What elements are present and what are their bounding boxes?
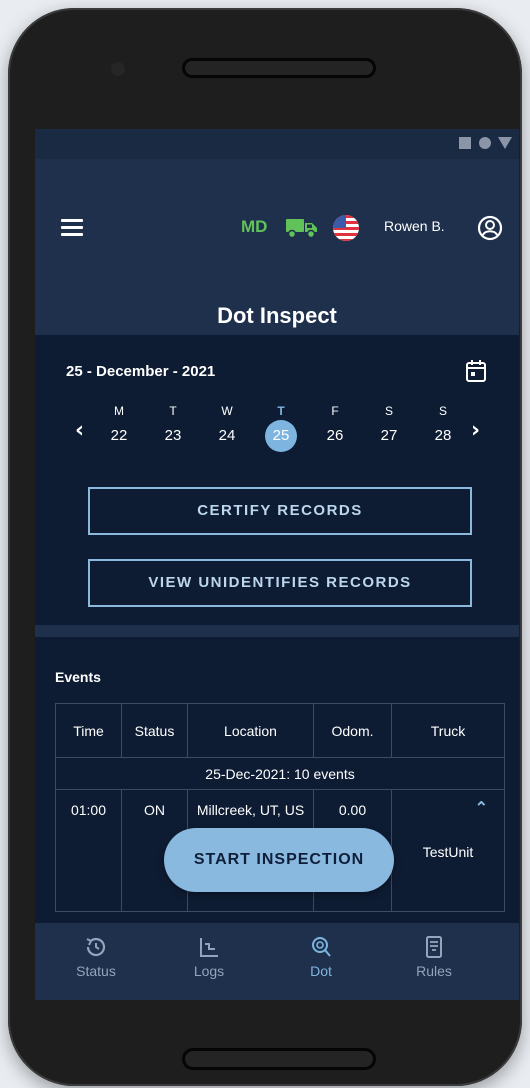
events-summary-row: 25-Dec-2021: 10 events (55, 757, 505, 790)
collapse-chevron-up-icon[interactable]: ⌃ (392, 798, 504, 818)
history-icon (86, 937, 106, 957)
next-week-chevron-icon[interactable]: › (471, 418, 480, 443)
home-icon (479, 137, 491, 149)
day-item[interactable]: W 24 (207, 401, 247, 451)
front-camera (111, 62, 125, 76)
phone-frame: MD Rowen B. Dot Inspect 25 - December - … (8, 8, 522, 1086)
dot-search-icon (312, 937, 331, 957)
current-date: 25 - December - 2021 (66, 363, 216, 380)
bottom-speaker (182, 1048, 376, 1070)
rules-doc-icon (426, 936, 442, 958)
logs-chart-icon (200, 938, 218, 957)
system-status-bar (35, 129, 519, 159)
nav-label: Dot (310, 963, 332, 979)
nav-label: Status (76, 963, 116, 979)
day-letter: S (384, 404, 393, 418)
earpiece-speaker (182, 58, 376, 78)
day-letter: W (221, 404, 233, 418)
day-letter: T (169, 404, 177, 418)
view-unidentified-records-button[interactable]: VIEW UNIDENTIFIES RECORDS (88, 559, 472, 607)
start-inspection-button[interactable]: START INSPECTION (164, 828, 394, 892)
cell-truck: ⌃ TestUnit (391, 789, 505, 912)
nav-item-logs[interactable]: Logs (164, 935, 254, 979)
day-item[interactable]: T 23 (153, 401, 193, 451)
page-title: Dot Inspect (217, 303, 337, 328)
day-letter: F (331, 404, 339, 418)
day-letter: M (114, 404, 124, 418)
day-letter: S (438, 404, 447, 418)
day-item[interactable]: S 28 (423, 401, 463, 451)
column-header-location: Location (187, 703, 314, 758)
day-number: 24 (218, 427, 236, 444)
day-item[interactable]: F 26 (315, 401, 355, 451)
day-item[interactable]: S 27 (369, 401, 409, 451)
column-header-time: Time (55, 703, 122, 758)
day-item[interactable]: M 22 (99, 401, 139, 451)
bottom-navigation: Status Logs Dot Rules (35, 923, 519, 1000)
events-section: Events Time Status Location Odom. Truck … (35, 637, 519, 970)
day-number: 28 (434, 427, 452, 444)
day-item-selected[interactable]: T 25 (261, 401, 301, 452)
user-account-icon[interactable] (477, 215, 503, 241)
day-letter: T (277, 404, 285, 418)
certify-records-button[interactable]: CERTIFY RECORDS (88, 487, 472, 535)
menu-icon[interactable] (61, 219, 83, 236)
user-name[interactable]: Rowen B. (384, 218, 445, 234)
nav-item-dot[interactable]: Dot (276, 935, 366, 979)
day-number: 26 (326, 427, 344, 444)
day-number: 25 (265, 420, 297, 452)
nav-label: Logs (193, 963, 225, 979)
section-divider (35, 625, 519, 637)
us-flag-icon (333, 215, 359, 241)
calendar-icon[interactable] (465, 359, 487, 383)
day-number: 23 (164, 427, 182, 444)
recent-apps-icon (459, 137, 471, 149)
events-title: Events (55, 669, 101, 685)
column-header-status: Status (121, 703, 188, 758)
nav-label: Rules (416, 963, 452, 979)
date-selector: 25 - December - 2021 ‹ › M 22 T 23 W 24 … (35, 335, 519, 625)
column-header-truck: Truck (391, 703, 505, 758)
nav-item-rules[interactable]: Rules (389, 935, 479, 979)
signal-icon (498, 137, 512, 149)
truck-name: TestUnit (422, 844, 474, 860)
nav-item-status[interactable]: Status (51, 935, 141, 979)
day-number: 27 (380, 427, 398, 444)
truck-icon (286, 219, 317, 239)
cell-time: 01:00 (55, 789, 122, 912)
region-code: MD (241, 217, 268, 236)
prev-week-chevron-icon[interactable]: ‹ (75, 418, 84, 443)
events-summary: 25-Dec-2021: 10 events (55, 757, 505, 790)
week-days: M 22 T 23 W 24 T 25 F 26 S 27 S 28 (99, 401, 463, 465)
column-header-odometer: Odom. (313, 703, 392, 758)
table-header-row: Time Status Location Odom. Truck (55, 703, 505, 758)
screen: MD Rowen B. Dot Inspect 25 - December - … (35, 129, 519, 1000)
app-header: MD Rowen B. Dot Inspect (35, 159, 519, 335)
day-number: 22 (110, 427, 128, 444)
